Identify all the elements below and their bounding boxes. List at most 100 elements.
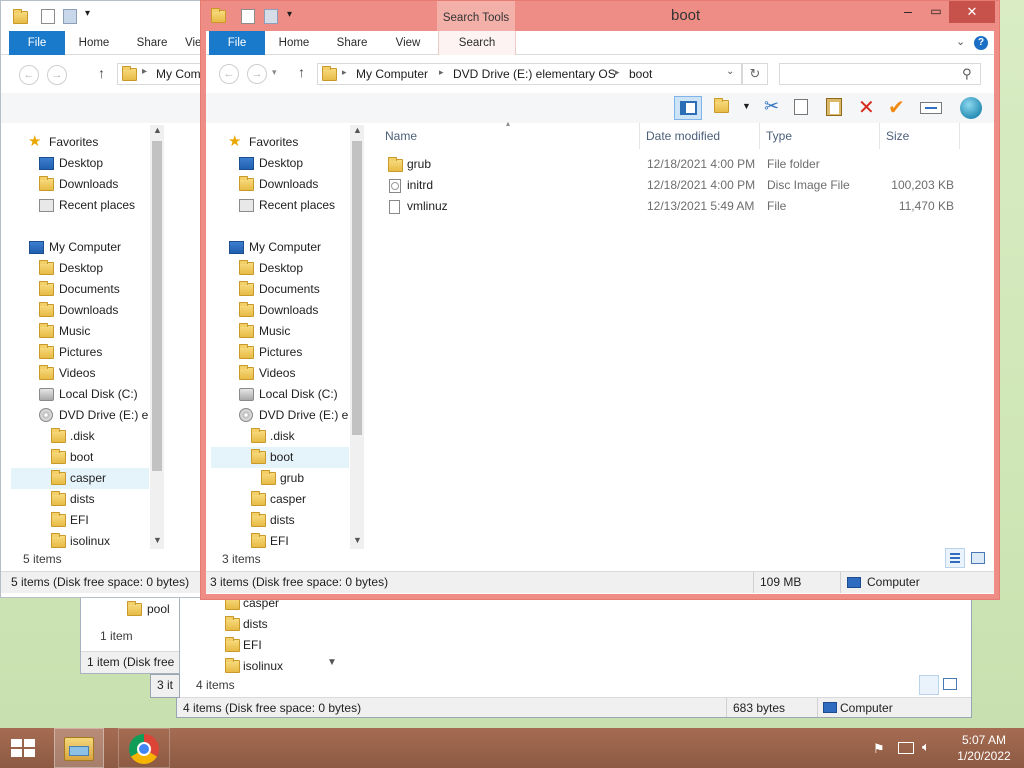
large-icons-view-button[interactable]: [971, 552, 985, 564]
file-row[interactable]: grub 12/18/2021 4:00 PM File folder: [379, 154, 966, 175]
nav-item-documents[interactable]: Documents: [11, 279, 149, 300]
nav-item-dvd-drive[interactable]: DVD Drive (E:) ele: [211, 405, 349, 426]
properties-icon[interactable]: [241, 9, 255, 24]
maximize-button[interactable]: ▭: [923, 1, 949, 23]
explorer-window-back-4[interactable]: 3 it: [150, 674, 180, 698]
search-box[interactable]: ⚲: [779, 63, 981, 85]
explorer-window-back-3[interactable]: pool 1 item 1 item (Disk free: [80, 590, 180, 674]
nav-item-recent-places[interactable]: Recent places: [211, 195, 349, 216]
new-folder-icon[interactable]: [264, 9, 278, 24]
start-button[interactable]: [0, 728, 46, 768]
explorer-window-back-2[interactable]: ▾ File Home Share View ← → ↑ ▸ My Com ★F…: [0, 0, 206, 598]
nav-item-local-disk[interactable]: Local Disk (C:): [11, 384, 149, 405]
ribbon-expand-chevron-icon[interactable]: ⌄: [956, 35, 965, 48]
nav-item-downloads[interactable]: Downloads: [211, 174, 349, 195]
network-icon[interactable]: [898, 742, 914, 754]
scroll-down-arrow-icon[interactable]: ▼: [153, 535, 162, 545]
new-folder-icon[interactable]: [63, 9, 77, 24]
address-bar[interactable]: ▸ My Com: [117, 63, 205, 85]
nav-item-desktop[interactable]: Desktop: [211, 153, 349, 174]
nav-item-efi[interactable]: EFI: [11, 510, 149, 531]
nav-favorites[interactable]: ★ Favorites: [11, 132, 149, 153]
search-input[interactable]: [784, 66, 954, 82]
nav-item-desktop[interactable]: Desktop: [11, 258, 149, 279]
nav-item-boot[interactable]: boot: [11, 447, 149, 468]
nav-item-downloads[interactable]: Downloads: [11, 300, 149, 321]
nav-item-pictures[interactable]: Pictures: [211, 342, 349, 363]
column-header-size[interactable]: Size: [880, 123, 960, 149]
file-row[interactable]: initrd 12/18/2021 4:00 PM Disc Image Fil…: [379, 175, 966, 196]
back-arrow-icon[interactable]: ←: [19, 65, 39, 85]
quick-access-dropdown-icon[interactable]: ▾: [85, 8, 90, 19]
nav-item-casper[interactable]: casper: [211, 489, 349, 510]
clock[interactable]: 5:07 AM 1/20/2022: [948, 732, 1020, 764]
tab-file[interactable]: File: [209, 31, 265, 55]
nav-item-pictures[interactable]: Pictures: [11, 342, 149, 363]
large-icons-view-button[interactable]: [943, 678, 957, 690]
nav-item-isolinux[interactable]: isolinux: [213, 656, 343, 677]
up-arrow-icon[interactable]: ↑: [98, 65, 105, 81]
recent-locations-chevron-icon[interactable]: ▾: [272, 67, 277, 78]
forward-arrow-icon[interactable]: →: [247, 64, 267, 84]
details-view-button[interactable]: [945, 548, 965, 568]
breadcrumb-boot[interactable]: boot: [629, 67, 652, 81]
tab-file[interactable]: File: [9, 31, 65, 55]
nav-my-computer[interactable]: My Computer: [211, 237, 349, 258]
address-bar[interactable]: ▸ My Computer ▸ DVD Drive (E:) elementar…: [317, 63, 742, 85]
nav-item-local-disk[interactable]: Local Disk (C:): [211, 384, 349, 405]
nav-item-desktop[interactable]: Desktop: [11, 153, 149, 174]
nav-item-downloads[interactable]: Downloads: [211, 300, 349, 321]
address-dropdown-icon[interactable]: ⌄: [726, 66, 734, 77]
back-arrow-icon[interactable]: ←: [219, 64, 239, 84]
properties-icon[interactable]: [41, 9, 55, 24]
nav-scrollbar[interactable]: ▲ ▼: [350, 125, 364, 549]
breadcrumb-my-computer[interactable]: My Computer: [356, 67, 428, 81]
column-header-name[interactable]: Name: [379, 123, 640, 149]
tab-share[interactable]: Share: [324, 31, 380, 55]
forward-arrow-icon[interactable]: →: [47, 65, 67, 85]
nav-scrollbar[interactable]: ▲ ▼: [150, 125, 164, 549]
taskbar-file-explorer[interactable]: [54, 728, 104, 768]
nav-item-pool[interactable]: pool: [121, 599, 179, 620]
nav-item-videos[interactable]: Videos: [211, 363, 349, 384]
column-header-type[interactable]: Type: [760, 123, 880, 149]
scroll-up-arrow-icon[interactable]: ▲: [353, 125, 362, 135]
nav-item-documents[interactable]: Documents: [211, 279, 349, 300]
rename-check-icon[interactable]: ✔: [888, 95, 905, 120]
scroll-up-arrow-icon[interactable]: ▲: [153, 125, 162, 135]
scrollbar-thumb[interactable]: [152, 141, 162, 471]
properties-toolbar-icon[interactable]: [920, 102, 942, 114]
cut-icon[interactable]: ✂: [764, 96, 779, 117]
search-icon[interactable]: ⚲: [962, 66, 972, 82]
nav-item-isolinux[interactable]: isolinux: [11, 531, 149, 549]
taskbar-chrome[interactable]: [118, 728, 170, 768]
help-icon[interactable]: ?: [974, 36, 988, 50]
nav-item-videos[interactable]: Videos: [11, 363, 149, 384]
paste-icon[interactable]: [826, 98, 842, 116]
copy-icon[interactable]: [794, 99, 808, 115]
tab-home[interactable]: Home: [268, 31, 320, 55]
nav-item-efi[interactable]: EFI: [211, 531, 349, 549]
nav-item-dists[interactable]: dists: [211, 510, 349, 531]
details-view-button[interactable]: [919, 675, 939, 695]
scrollbar-thumb[interactable]: [352, 141, 362, 435]
quick-access-dropdown-icon[interactable]: ▾: [287, 9, 292, 20]
nav-favorites[interactable]: ★ Favorites: [211, 132, 349, 153]
tab-view[interactable]: View: [384, 31, 432, 55]
nav-item-music[interactable]: Music: [11, 321, 149, 342]
close-button[interactable]: ✕: [949, 1, 995, 23]
tab-share[interactable]: Share: [125, 31, 179, 55]
breadcrumb-dvd-drive[interactable]: DVD Drive (E:) elementary OS: [453, 67, 616, 81]
nav-item-boot[interactable]: boot: [211, 447, 349, 468]
folder-options-icon[interactable]: [714, 98, 730, 114]
nav-item-downloads[interactable]: Downloads: [11, 174, 149, 195]
nav-item-music[interactable]: Music: [211, 321, 349, 342]
nav-item-disk[interactable]: .disk: [11, 426, 149, 447]
nav-item-dvd-drive[interactable]: DVD Drive (E:) ele: [11, 405, 149, 426]
nav-item-disk[interactable]: .disk: [211, 426, 349, 447]
tab-search[interactable]: Search: [438, 31, 516, 55]
scroll-down-arrow-icon[interactable]: ▼: [353, 535, 362, 545]
file-row[interactable]: vmlinuz 12/13/2021 5:49 AM File 11,470 K…: [379, 196, 966, 217]
up-arrow-icon[interactable]: ↑: [298, 64, 305, 80]
refresh-button[interactable]: ↻: [742, 63, 768, 85]
